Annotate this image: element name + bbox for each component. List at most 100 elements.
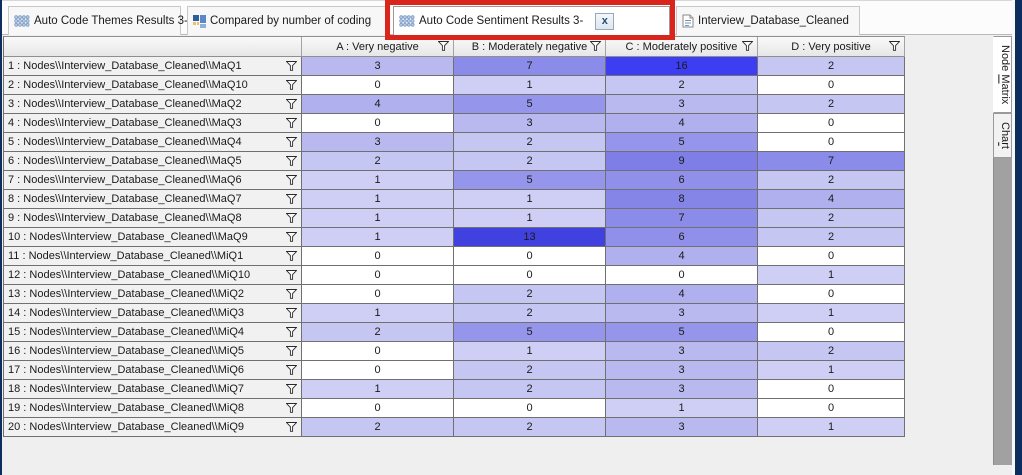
matrix-cell-r13-cb[interactable]: 2 bbox=[454, 285, 606, 304]
matrix-cell-r1-cd[interactable]: 2 bbox=[758, 57, 905, 76]
matrix-cell-r18-cb[interactable]: 2 bbox=[454, 380, 606, 399]
matrix-cell-r16-cd[interactable]: 2 bbox=[758, 342, 905, 361]
matrix-cell-r7-cd[interactable]: 2 bbox=[758, 171, 905, 190]
matrix-cell-r19-ca[interactable]: 0 bbox=[302, 399, 454, 418]
row-filter-icon[interactable] bbox=[286, 156, 297, 166]
matrix-cell-r8-cb[interactable]: 1 bbox=[454, 190, 606, 209]
matrix-cell-r2-ca[interactable]: 0 bbox=[302, 76, 454, 95]
matrix-cell-r14-cc[interactable]: 3 bbox=[606, 304, 758, 323]
column-header-d[interactable]: D : Very positive bbox=[758, 37, 905, 57]
column-filter-icon[interactable] bbox=[590, 41, 601, 51]
document-tab-0[interactable]: Auto Code Themes Results 3-1 bbox=[8, 6, 194, 35]
row-filter-icon[interactable] bbox=[286, 232, 297, 242]
row-filter-icon[interactable] bbox=[286, 327, 297, 337]
row-filter-icon[interactable] bbox=[286, 270, 297, 280]
matrix-cell-r4-ca[interactable]: 0 bbox=[302, 114, 454, 133]
matrix-cell-r6-cd[interactable]: 7 bbox=[758, 152, 905, 171]
row-filter-icon[interactable] bbox=[286, 80, 297, 90]
matrix-cell-r10-cb[interactable]: 13 bbox=[454, 228, 606, 247]
matrix-cell-r15-cc[interactable]: 5 bbox=[606, 323, 758, 342]
matrix-cell-r17-cb[interactable]: 2 bbox=[454, 361, 606, 380]
matrix-cell-r13-cc[interactable]: 4 bbox=[606, 285, 758, 304]
matrix-cell-r1-cc[interactable]: 16 bbox=[606, 57, 758, 76]
matrix-cell-r11-cd[interactable]: 0 bbox=[758, 247, 905, 266]
column-filter-icon[interactable] bbox=[889, 41, 900, 51]
side-tab-chart[interactable]: Chart bbox=[993, 113, 1012, 159]
matrix-cell-r12-cd[interactable]: 1 bbox=[758, 266, 905, 285]
matrix-cell-r4-cc[interactable]: 4 bbox=[606, 114, 758, 133]
matrix-cell-r14-ca[interactable]: 1 bbox=[302, 304, 454, 323]
matrix-cell-r12-cb[interactable]: 0 bbox=[454, 266, 606, 285]
matrix-cell-r7-cc[interactable]: 6 bbox=[606, 171, 758, 190]
row-filter-icon[interactable] bbox=[286, 384, 297, 394]
matrix-cell-r11-cc[interactable]: 4 bbox=[606, 247, 758, 266]
matrix-cell-r9-cb[interactable]: 1 bbox=[454, 209, 606, 228]
row-header-3[interactable]: 3 : Nodes\\Interview_Database_Cleaned\\M… bbox=[4, 95, 302, 114]
row-filter-icon[interactable] bbox=[286, 422, 297, 432]
matrix-cell-r5-cd[interactable]: 0 bbox=[758, 133, 905, 152]
row-header-14[interactable]: 14 : Nodes\\Interview_Database_Cleaned\\… bbox=[4, 304, 302, 323]
row-filter-icon[interactable] bbox=[286, 175, 297, 185]
matrix-cell-r6-cc[interactable]: 9 bbox=[606, 152, 758, 171]
matrix-cell-r11-cb[interactable]: 0 bbox=[454, 247, 606, 266]
side-tab-node-matrix[interactable]: Node Matrix bbox=[993, 36, 1012, 114]
matrix-cell-r9-cd[interactable]: 2 bbox=[758, 209, 905, 228]
row-header-10[interactable]: 10 : Nodes\\Interview_Database_Cleaned\\… bbox=[4, 228, 302, 247]
matrix-cell-r20-cd[interactable]: 1 bbox=[758, 418, 905, 437]
matrix-cell-r6-cb[interactable]: 2 bbox=[454, 152, 606, 171]
row-header-19[interactable]: 19 : Nodes\\Interview_Database_Cleaned\\… bbox=[4, 399, 302, 418]
matrix-cell-r3-ca[interactable]: 4 bbox=[302, 95, 454, 114]
matrix-cell-r1-cb[interactable]: 7 bbox=[454, 57, 606, 76]
matrix-corner-cell[interactable] bbox=[4, 37, 302, 57]
row-header-8[interactable]: 8 : Nodes\\Interview_Database_Cleaned\\M… bbox=[4, 190, 302, 209]
matrix-cell-r20-cb[interactable]: 2 bbox=[454, 418, 606, 437]
matrix-cell-r18-ca[interactable]: 1 bbox=[302, 380, 454, 399]
row-filter-icon[interactable] bbox=[286, 137, 297, 147]
matrix-cell-r5-cb[interactable]: 2 bbox=[454, 133, 606, 152]
matrix-cell-r19-cd[interactable]: 0 bbox=[758, 399, 905, 418]
document-tab-2[interactable]: Auto Code Sentiment Results 3- x bbox=[393, 6, 670, 35]
row-filter-icon[interactable] bbox=[286, 194, 297, 204]
matrix-cell-r14-cd[interactable]: 1 bbox=[758, 304, 905, 323]
matrix-cell-r20-ca[interactable]: 2 bbox=[302, 418, 454, 437]
row-header-11[interactable]: 11 : Nodes\\Interview_Database_Cleaned\\… bbox=[4, 247, 302, 266]
row-header-18[interactable]: 18 : Nodes\\Interview_Database_Cleaned\\… bbox=[4, 380, 302, 399]
row-header-5[interactable]: 5 : Nodes\\Interview_Database_Cleaned\\M… bbox=[4, 133, 302, 152]
matrix-cell-r8-ca[interactable]: 1 bbox=[302, 190, 454, 209]
matrix-cell-r12-ca[interactable]: 0 bbox=[302, 266, 454, 285]
matrix-cell-r18-cd[interactable]: 0 bbox=[758, 380, 905, 399]
column-header-b[interactable]: B : Moderately negative bbox=[454, 37, 606, 57]
row-header-1[interactable]: 1 : Nodes\\Interview_Database_Cleaned\\M… bbox=[4, 57, 302, 76]
matrix-cell-r11-ca[interactable]: 0 bbox=[302, 247, 454, 266]
matrix-cell-r12-cc[interactable]: 0 bbox=[606, 266, 758, 285]
matrix-cell-r5-ca[interactable]: 3 bbox=[302, 133, 454, 152]
matrix-cell-r1-ca[interactable]: 3 bbox=[302, 57, 454, 76]
row-header-4[interactable]: 4 : Nodes\\Interview_Database_Cleaned\\M… bbox=[4, 114, 302, 133]
matrix-cell-r5-cc[interactable]: 5 bbox=[606, 133, 758, 152]
column-filter-icon[interactable] bbox=[742, 41, 753, 51]
matrix-cell-r14-cb[interactable]: 2 bbox=[454, 304, 606, 323]
row-filter-icon[interactable] bbox=[286, 403, 297, 413]
matrix-cell-r19-cc[interactable]: 1 bbox=[606, 399, 758, 418]
matrix-cell-r10-cd[interactable]: 2 bbox=[758, 228, 905, 247]
matrix-cell-r17-ca[interactable]: 0 bbox=[302, 361, 454, 380]
row-filter-icon[interactable] bbox=[286, 213, 297, 223]
matrix-cell-r3-cc[interactable]: 3 bbox=[606, 95, 758, 114]
row-header-20[interactable]: 20 : Nodes\\Interview_Database_Cleaned\\… bbox=[4, 418, 302, 437]
column-filter-icon[interactable] bbox=[438, 41, 449, 51]
matrix-cell-r4-cb[interactable]: 3 bbox=[454, 114, 606, 133]
row-header-13[interactable]: 13 : Nodes\\Interview_Database_Cleaned\\… bbox=[4, 285, 302, 304]
close-icon[interactable]: x bbox=[595, 12, 615, 30]
document-tab-3[interactable]: Interview_Database_Cleaned bbox=[676, 6, 860, 35]
document-tab-1[interactable]: Compared by number of coding bbox=[187, 6, 387, 35]
row-filter-icon[interactable] bbox=[286, 365, 297, 375]
column-header-a[interactable]: A : Very negative bbox=[302, 37, 454, 57]
matrix-cell-r10-ca[interactable]: 1 bbox=[302, 228, 454, 247]
column-header-c[interactable]: C : Moderately positive bbox=[606, 37, 758, 57]
matrix-cell-r8-cd[interactable]: 4 bbox=[758, 190, 905, 209]
matrix-cell-r20-cc[interactable]: 3 bbox=[606, 418, 758, 437]
matrix-cell-r7-cb[interactable]: 5 bbox=[454, 171, 606, 190]
matrix-cell-r6-ca[interactable]: 2 bbox=[302, 152, 454, 171]
row-filter-icon[interactable] bbox=[286, 308, 297, 318]
matrix-cell-r18-cc[interactable]: 3 bbox=[606, 380, 758, 399]
